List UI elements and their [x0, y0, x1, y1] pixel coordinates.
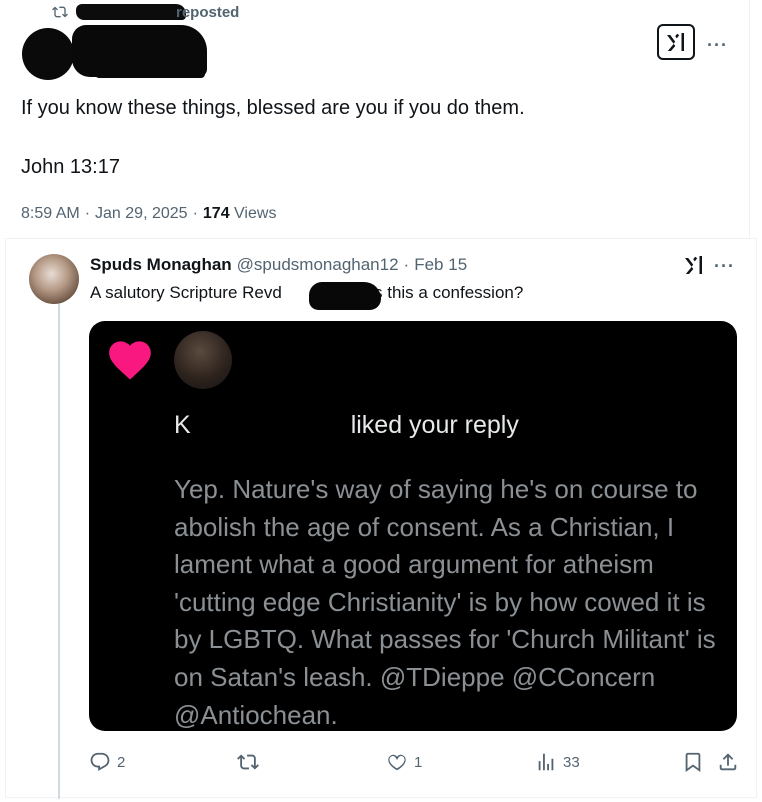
bookmark-icon — [685, 752, 701, 773]
notification-prefix: K — [174, 411, 191, 439]
reply-text-after: Is this a confession? — [369, 283, 524, 302]
repost-indicator[interactable]: reposted — [52, 2, 239, 22]
redacted-liker-name — [190, 413, 351, 435]
reply-author-name[interactable]: Spuds Monaghan — [90, 255, 232, 275]
notification-avatar — [174, 331, 232, 389]
views-count: 174 — [202, 205, 230, 222]
grok-icon — [685, 256, 702, 274]
redacted-reposter-name — [76, 4, 186, 20]
thread-line — [58, 299, 60, 799]
views-label: Views — [234, 205, 277, 222]
reply-author-handle[interactable]: @spudsmonaghan12 — [237, 255, 399, 275]
embedded-screenshot[interactable]: Kliked your reply Yep. Nature's way of s… — [89, 321, 737, 731]
reply-icon — [90, 752, 110, 771]
like-action[interactable]: 1 — [386, 751, 422, 773]
like-icon — [388, 754, 406, 771]
meta-separator: · — [403, 255, 410, 274]
like-count: 1 — [414, 753, 423, 771]
tweet-date[interactable]: Jan 29, 2025 — [95, 205, 188, 223]
bookmark-action[interactable] — [682, 751, 704, 773]
action-bar: 2 1 33 — [89, 747, 749, 777]
views-action[interactable]: 33 — [535, 751, 580, 773]
grok-icon — [667, 33, 684, 51]
meta-separator: · — [84, 205, 91, 222]
redacted-handle — [95, 52, 205, 78]
repost-action[interactable] — [237, 751, 265, 773]
views-icon — [538, 753, 554, 771]
grok-button[interactable] — [682, 253, 706, 277]
reply-header: Spuds Monaghan @spudsmonaghan12 · Feb 15 — [90, 255, 467, 275]
notification-text: liked your reply — [350, 411, 519, 439]
heart-icon — [109, 341, 151, 380]
reply-date[interactable]: Feb 15 — [414, 255, 467, 275]
repost-label: reposted — [176, 3, 240, 21]
more-icon[interactable]: ··· — [707, 36, 728, 54]
avatar[interactable] — [22, 28, 74, 80]
reply-count: 2 — [117, 753, 126, 771]
share-icon — [719, 753, 737, 771]
more-icon[interactable]: ··· — [714, 257, 735, 275]
reply-avatar[interactable] — [29, 254, 79, 304]
views-count: 33 — [563, 753, 580, 771]
reply-text: A salutory Scripture Revd Is this a conf… — [90, 283, 523, 303]
grok-button[interactable] — [657, 24, 695, 60]
share-action[interactable] — [717, 751, 739, 773]
redaction-smudge — [479, 704, 649, 731]
reply-action[interactable]: 2 — [89, 751, 125, 773]
repost-icon — [237, 754, 259, 770]
repost-icon — [52, 4, 68, 20]
quoted-reply-text: Yep. Nature's way of saying he's on cour… — [174, 474, 716, 730]
top-tweet[interactable]: reposted ··· If you know these things, b… — [0, 0, 750, 238]
notification-line: Kliked your reply — [174, 411, 519, 440]
redacted-mention — [309, 282, 381, 310]
reply-text-before: A salutory Scripture Revd — [90, 283, 282, 302]
tweet-time[interactable]: 8:59 AM — [21, 205, 80, 223]
reply-tweet[interactable]: Spuds Monaghan @spudsmonaghan12 · Feb 15… — [5, 238, 757, 799]
tweet-reference: John 13:17 — [21, 156, 120, 178]
tweet-text: If you know these things, blessed are yo… — [21, 97, 525, 119]
views-stat[interactable]: 174 Views — [203, 205, 277, 223]
meta-separator: · — [192, 205, 198, 222]
tweet-meta: 8:59 AM · Jan 29, 2025 · 174 Views — [21, 205, 276, 223]
